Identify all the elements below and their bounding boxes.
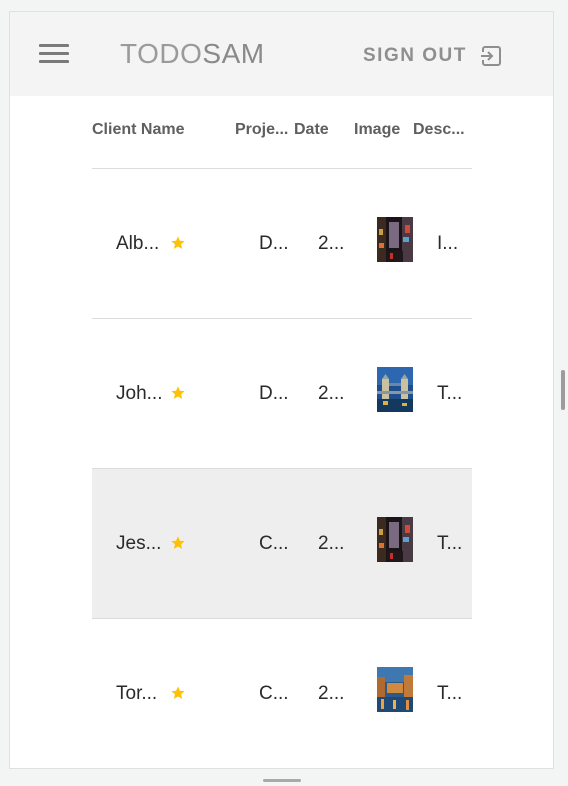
table-row[interactable]: Tor... C... 2... T...	[92, 619, 472, 768]
description-cell: T...	[437, 383, 463, 404]
header-client-name[interactable]: Client Name	[92, 121, 184, 139]
app-window: TODOSAM SIGN OUT Client Name Proje... Da…	[9, 11, 554, 769]
brand-part-todo: TODO	[120, 38, 203, 69]
description-cell: I...	[437, 233, 459, 254]
description-cell: T...	[437, 533, 463, 554]
project-cell: D...	[259, 233, 289, 254]
star-icon[interactable]	[170, 385, 186, 401]
date-cell: 2...	[318, 233, 345, 254]
header-project[interactable]: Proje...	[235, 121, 288, 139]
client-name-cell: Alb...	[116, 233, 160, 254]
table-row[interactable]: Joh... D... 2... T...	[92, 319, 472, 469]
star-icon[interactable]	[170, 685, 186, 701]
sign-out-button[interactable]: SIGN OUT	[363, 42, 503, 70]
project-cell: D...	[259, 383, 289, 404]
clients-table: Client Name Proje... Date Image Desc... …	[92, 96, 472, 768]
date-cell: 2...	[318, 383, 345, 404]
city-night-street-photo	[377, 217, 413, 262]
project-cell: C...	[259, 533, 289, 554]
client-name-cell: Joh...	[116, 383, 163, 404]
hamburger-menu-icon[interactable]	[39, 44, 69, 64]
vertical-scrollbar[interactable]	[561, 370, 565, 410]
star-icon[interactable]	[170, 535, 186, 551]
sign-out-label: SIGN OUT	[363, 45, 467, 66]
table-header-row: Client Name Proje... Date Image Desc...	[92, 96, 472, 169]
table-row[interactable]: Alb... D... 2... I...	[92, 169, 472, 319]
client-name-cell: Tor...	[116, 683, 158, 704]
canal-sunset-photo	[377, 667, 413, 712]
brand-title: TODOSAM	[120, 38, 265, 70]
city-night-street-photo	[377, 517, 413, 562]
star-icon[interactable]	[170, 235, 186, 251]
app-bar: TODOSAM SIGN OUT	[10, 12, 553, 96]
description-cell: T...	[437, 683, 463, 704]
tower-bridge-photo	[377, 367, 413, 412]
date-cell: 2...	[318, 683, 345, 704]
date-cell: 2...	[318, 533, 345, 554]
bottom-drag-handle[interactable]	[263, 779, 301, 782]
brand-part-sam: SAM	[202, 38, 265, 69]
sign-out-icon	[480, 46, 501, 66]
client-name-cell: Jes...	[116, 533, 162, 554]
header-description[interactable]: Desc...	[413, 121, 465, 139]
header-image[interactable]: Image	[354, 121, 400, 139]
table-row[interactable]: Jes... C... 2... T...	[92, 469, 472, 619]
header-date[interactable]: Date	[294, 121, 329, 139]
project-cell: C...	[259, 683, 289, 704]
